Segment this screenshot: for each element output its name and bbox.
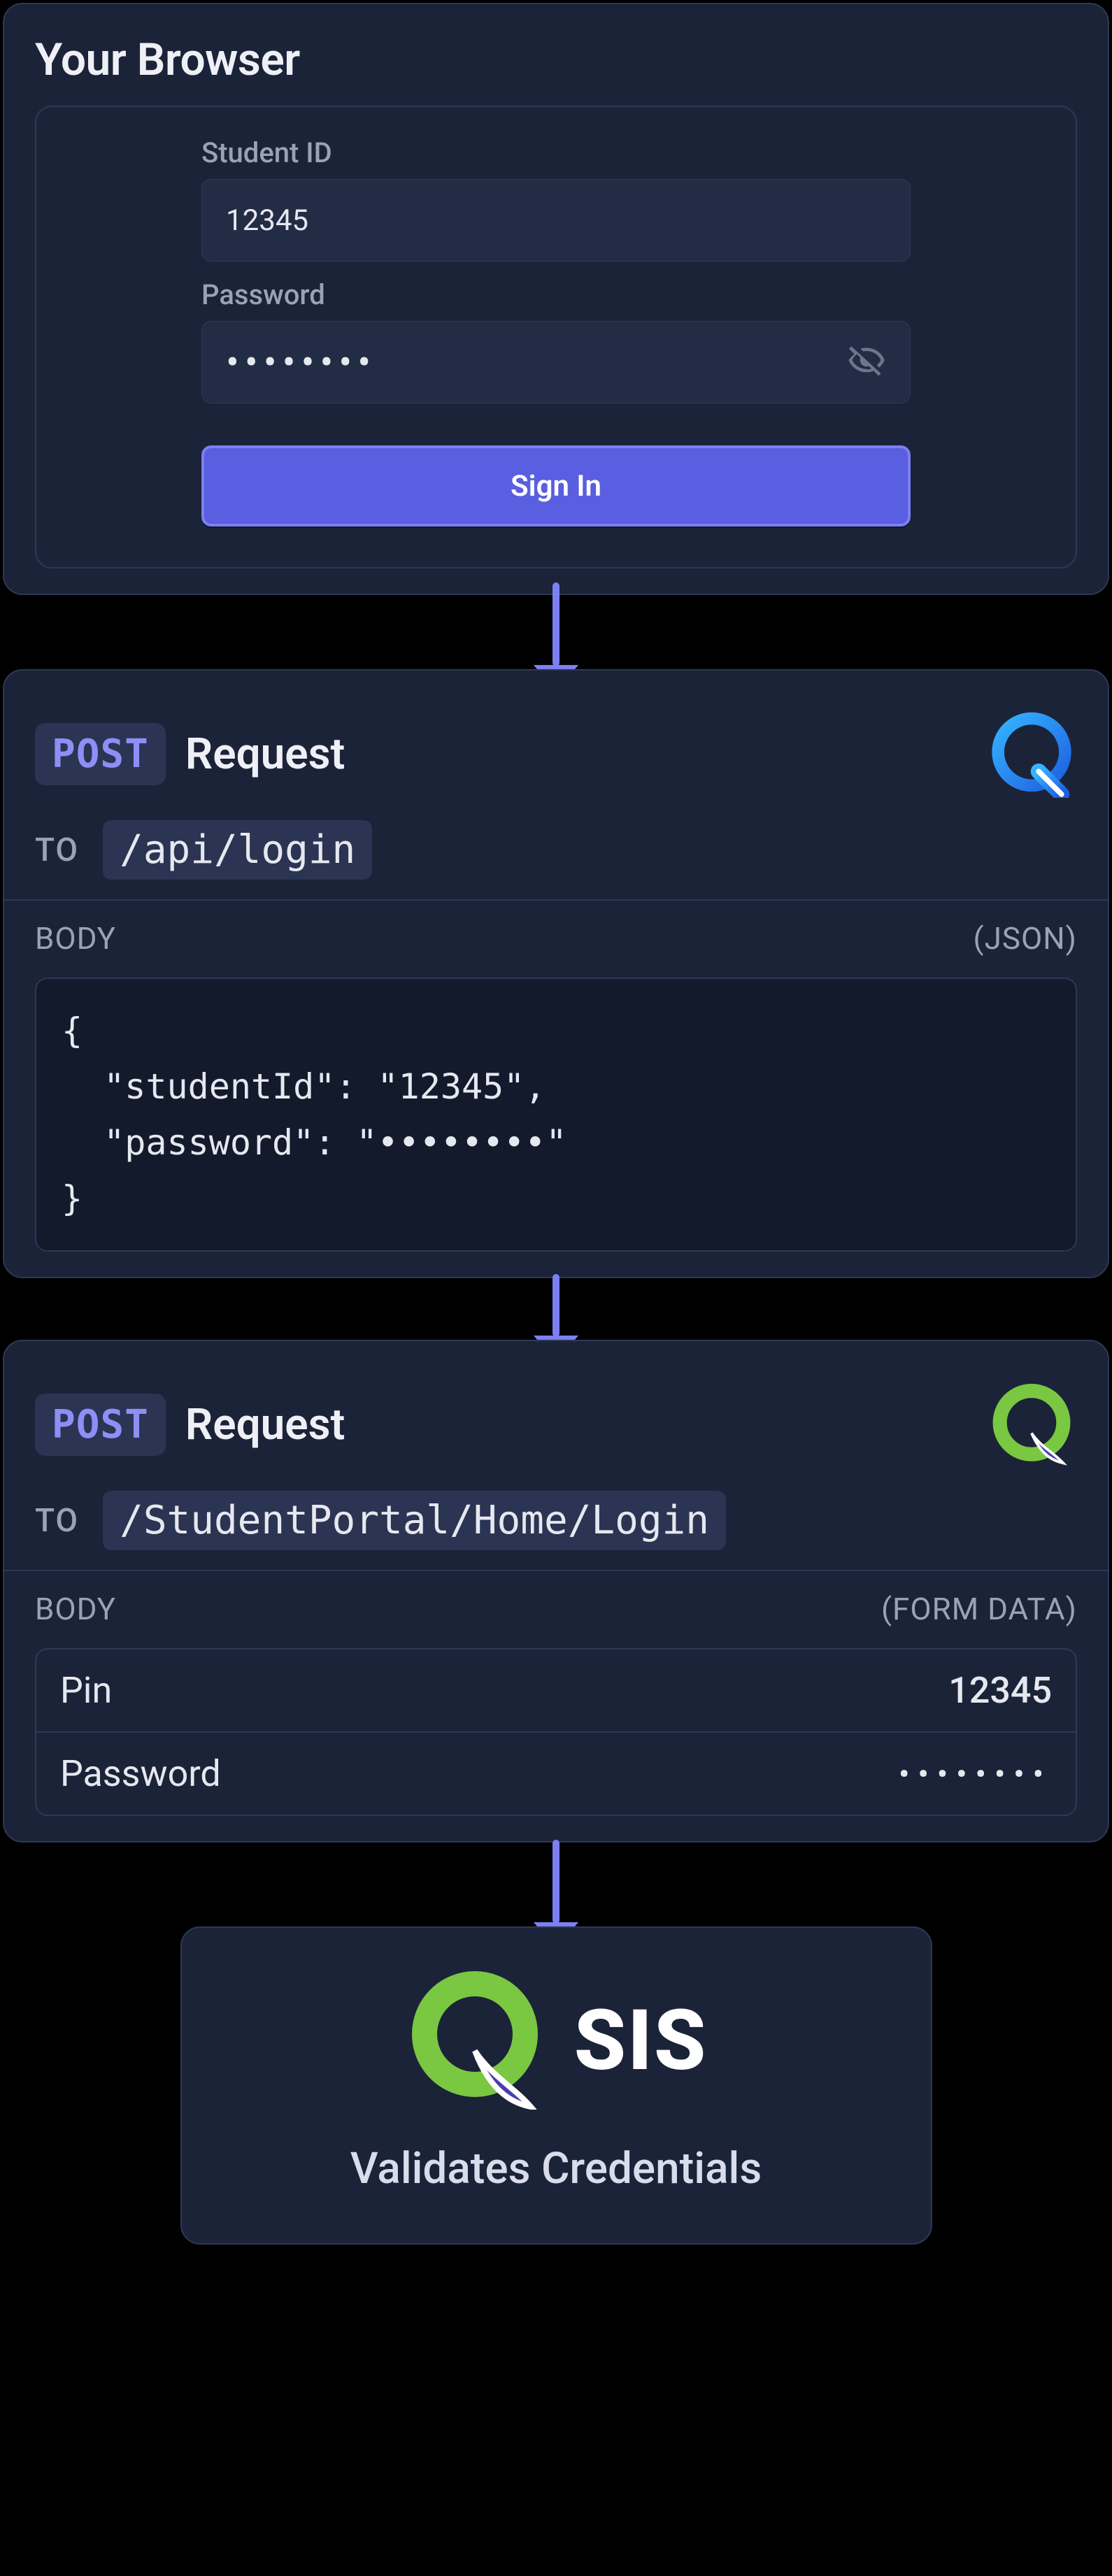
login-form: Student ID 12345 Password •••••••• Sign … (35, 106, 1077, 568)
request-panel-sis: POST Request TO /StudentPortal/Home/Logi… (3, 1340, 1109, 1842)
app-q-blue-icon (986, 708, 1077, 799)
request-path: /api/login (103, 820, 372, 880)
http-method-badge: POST (35, 1394, 166, 1456)
json-body: { "studentId": "12345", "password": "•••… (35, 978, 1077, 1252)
visibility-off-icon[interactable] (847, 341, 886, 383)
student-id-label: Student ID (201, 136, 911, 169)
form-value: 12345 (948, 1669, 1052, 1712)
sign-in-label: Sign In (511, 469, 601, 503)
sis-title: SIS (574, 1992, 708, 2090)
student-id-field: Student ID 12345 (201, 136, 911, 262)
to-label: TO (35, 831, 79, 869)
sis-q-logo-icon (405, 1970, 545, 2112)
request-heading: Request (185, 729, 345, 780)
password-value: •••••••• (226, 339, 847, 385)
form-key: Password (60, 1752, 221, 1795)
to-label: TO (35, 1502, 79, 1540)
sis-subtitle: Validates Credentials (350, 2143, 762, 2194)
form-data-table: Pin 12345 Password •••••••• (35, 1648, 1077, 1816)
form-key: Pin (60, 1669, 112, 1712)
request-panel-api: POST Request TO (3, 669, 1109, 1278)
sign-in-button[interactable]: Sign In (201, 445, 911, 527)
table-row: Pin 12345 (36, 1650, 1076, 1731)
form-value: •••••••• (899, 1756, 1052, 1792)
password-input[interactable]: •••••••• (201, 321, 911, 403)
body-label: BODY (35, 920, 116, 957)
table-row: Password •••••••• (36, 1731, 1076, 1815)
sis-q-green-icon (986, 1379, 1077, 1470)
body-label: BODY (35, 1591, 116, 1627)
sis-panel: SIS Validates Credentials (180, 1926, 932, 2245)
password-label: Password (201, 278, 911, 311)
browser-panel: Your Browser Student ID 12345 Password •… (3, 3, 1109, 595)
body-type: (JSON) (974, 920, 1077, 957)
browser-title: Your Browser (35, 34, 1077, 86)
http-method-badge: POST (35, 723, 166, 785)
separator (4, 1570, 1108, 1571)
student-id-input[interactable]: 12345 (201, 179, 911, 262)
student-id-value: 12345 (226, 203, 886, 238)
separator (4, 899, 1108, 901)
body-type: (FORM DATA) (881, 1591, 1077, 1627)
password-field: Password •••••••• (201, 278, 911, 403)
request-path: /StudentPortal/Home/Login (103, 1491, 726, 1550)
request-heading: Request (185, 1399, 345, 1450)
